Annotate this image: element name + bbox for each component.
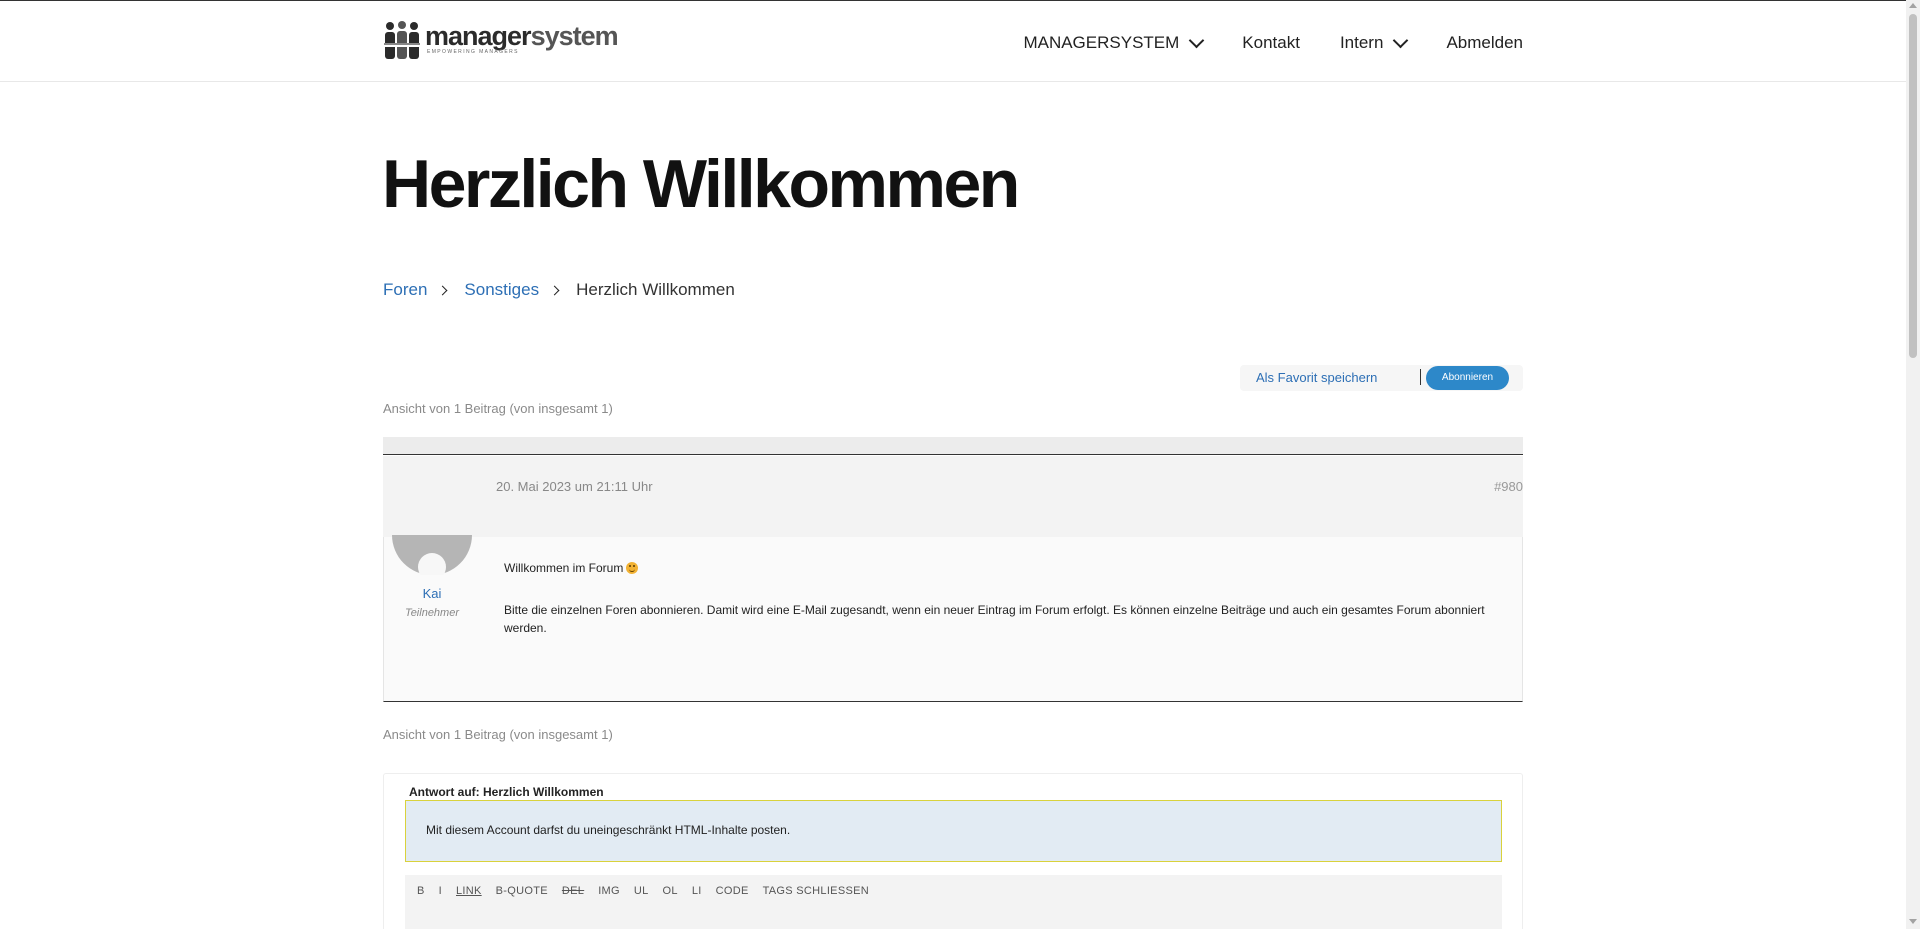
html-notice: Mit diesem Account darfst du uneingeschr… — [405, 800, 1502, 862]
subscribe-button[interactable]: Abonnieren — [1426, 366, 1509, 390]
breadcrumb-current: Herzlich Willkommen — [576, 280, 735, 299]
logo-wordmark: managersystem — [425, 21, 619, 51]
nav-label: Intern — [1339, 33, 1384, 52]
reply-legend: Antwort auf: Herzlich Willkommen — [409, 785, 604, 799]
main-nav: MANAGERSYSTEM Kontakt Intern Abmelden — [1023, 32, 1523, 53]
actions-divider — [1420, 369, 1421, 385]
scroll-down-arrow-icon[interactable] — [1909, 919, 1917, 924]
breadcrumb: Foren Sonstiges Herzlich Willkommen — [383, 280, 735, 300]
site-header: managersystem EMPOWERING MANAGERS MANAGE… — [0, 1, 1906, 82]
close-tags-button[interactable]: TAGS SCHLIESSEN — [763, 885, 869, 897]
nav-item-managersystem[interactable]: MANAGERSYSTEM — [1023, 32, 1205, 53]
smiley-icon — [626, 562, 639, 574]
site-logo[interactable]: managersystem EMPOWERING MANAGERS — [383, 21, 619, 61]
nav-label: Abmelden — [1446, 33, 1523, 52]
scroll-up-arrow-icon[interactable] — [1909, 3, 1917, 8]
chevron-right-icon — [549, 285, 560, 295]
breadcrumb-link-foren[interactable]: Foren — [383, 280, 427, 300]
post-content: Willkommen im Forum Bitte die einzelnen … — [504, 559, 1494, 661]
image-button[interactable]: IMG — [598, 885, 620, 897]
breadcrumb-link-sonstiges[interactable]: Sonstiges — [464, 280, 539, 300]
chevron-down-icon — [1393, 32, 1409, 48]
link-button[interactable]: LINK — [456, 885, 482, 897]
italic-button[interactable]: I — [439, 885, 442, 897]
bold-button[interactable]: B — [417, 885, 425, 897]
scrollbar-thumb[interactable] — [1909, 14, 1917, 358]
post-count-top: Ansicht von 1 Beitrag (von insgesamt 1) — [383, 401, 613, 416]
post-list-header — [383, 437, 1523, 455]
post-body: Kai Teilnehmer Willkommen im Forum Bitte… — [383, 535, 1523, 702]
chevron-right-icon — [437, 285, 448, 295]
nav-item-abmelden[interactable]: Abmelden — [1446, 33, 1523, 53]
favorite-link[interactable]: Als Favorit speichern — [1256, 370, 1377, 385]
post-paragraph: Willkommen im Forum — [504, 559, 1494, 577]
logo-people-icon — [384, 21, 420, 59]
page-title: Herzlich Willkommen — [382, 146, 1020, 222]
nav-item-intern[interactable]: Intern — [1339, 32, 1409, 53]
author-role: Teilnehmer — [404, 607, 459, 619]
nav-item-kontakt[interactable]: Kontakt — [1242, 33, 1300, 53]
ordered-list-button[interactable]: OL — [663, 885, 678, 897]
unordered-list-button[interactable]: UL — [634, 885, 649, 897]
post-permalink[interactable]: #980 — [1494, 479, 1523, 494]
post-date: 20. Mai 2023 um 21:11 Uhr — [496, 479, 653, 494]
nav-label: MANAGERSYSTEM — [1023, 33, 1180, 52]
nav-label: Kontakt — [1242, 33, 1300, 52]
blockquote-button[interactable]: B-QUOTE — [496, 885, 548, 897]
logo-tagline: EMPOWERING MANAGERS — [427, 49, 519, 55]
delete-button[interactable]: DEL — [562, 885, 584, 897]
post-paragraph: Bitte die einzelnen Foren abonnieren. Da… — [504, 603, 1485, 635]
post-header: 20. Mai 2023 um 21:11 Uhr #980 — [383, 456, 1523, 537]
code-button[interactable]: CODE — [716, 885, 749, 897]
author-avatar[interactable] — [392, 535, 472, 575]
author-name[interactable]: Kai — [384, 586, 480, 601]
list-item-button[interactable]: LI — [692, 885, 702, 897]
post-count-bottom: Ansicht von 1 Beitrag (von insgesamt 1) — [383, 727, 613, 742]
editor-toolbar: B I LINK B-QUOTE DEL IMG UL OL LI CODE T… — [405, 875, 1502, 929]
notice-text: Mit diesem Account darfst du uneingeschr… — [426, 823, 791, 837]
reply-form: Antwort auf: Herzlich Willkommen Mit die… — [383, 773, 1523, 929]
page-scrollbar[interactable] — [1906, 0, 1920, 929]
chevron-down-icon — [1189, 32, 1205, 48]
topic-actions-bar: Als Favorit speichern Abonnieren — [1240, 365, 1523, 391]
